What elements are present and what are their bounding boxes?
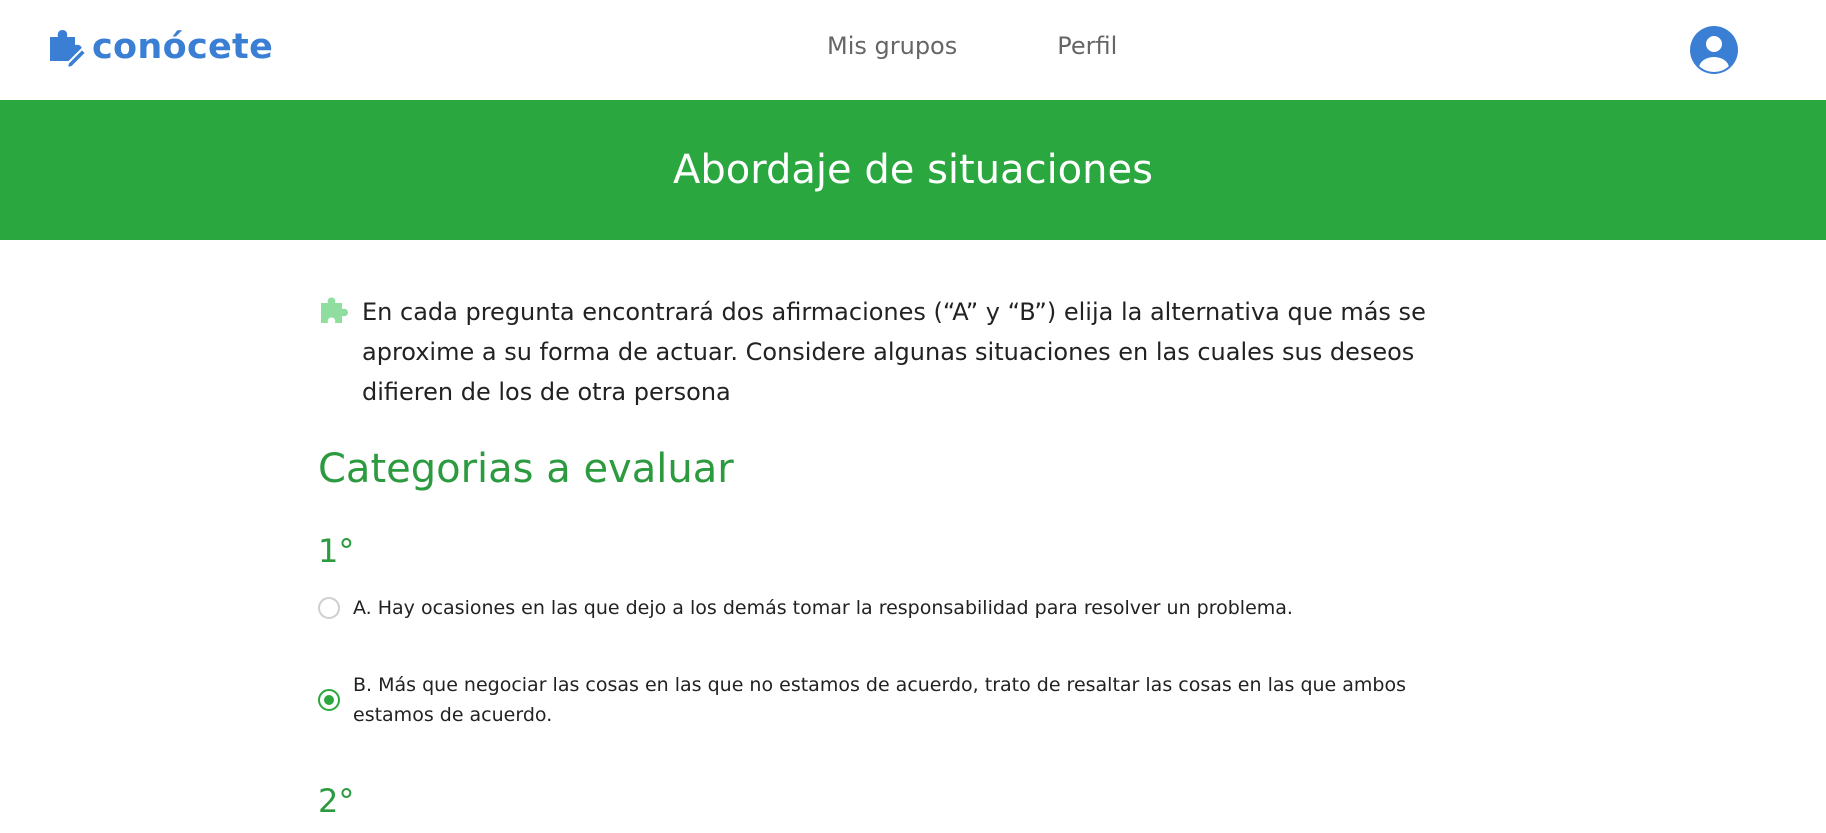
puzzle-icon: [321, 297, 348, 323]
brand-name: conócete: [92, 27, 274, 67]
top-navbar: conócete Mis grupos Perfil: [0, 0, 1826, 100]
question-1-option-b[interactable]: B. Más que negociar las cosas en las que…: [318, 670, 1448, 730]
radio-button-checked[interactable]: [318, 689, 340, 711]
puzzle-edit-icon: [50, 30, 88, 69]
instructions-text: En cada pregunta encontrará dos afirmaci…: [362, 298, 1426, 406]
option-label: B. Más que negociar las cosas en las que…: [353, 674, 1407, 726]
option-label: A. Hay ocasiones en las que dejo a los d…: [353, 597, 1293, 619]
question-1-option-a[interactable]: A. Hay ocasiones en las que dejo a los d…: [318, 593, 1448, 623]
page-title: Abordaje de situaciones: [673, 147, 1153, 193]
question-number: 1°: [318, 532, 355, 570]
nav-link-mis-grupos[interactable]: Mis grupos: [827, 32, 957, 60]
instructions-block: En cada pregunta encontrará dos afirmaci…: [318, 292, 1453, 412]
radio-button-unchecked[interactable]: [318, 597, 340, 619]
main-nav: Mis grupos Perfil: [827, 32, 1117, 60]
section-title: Categorias a evaluar: [318, 446, 734, 492]
brand-logo[interactable]: conócete: [44, 25, 273, 69]
question-number: 2°: [318, 782, 355, 820]
nav-link-perfil[interactable]: Perfil: [1057, 32, 1117, 60]
user-avatar-icon[interactable]: [1688, 24, 1740, 76]
page-banner: Abordaje de situaciones: [0, 100, 1826, 240]
